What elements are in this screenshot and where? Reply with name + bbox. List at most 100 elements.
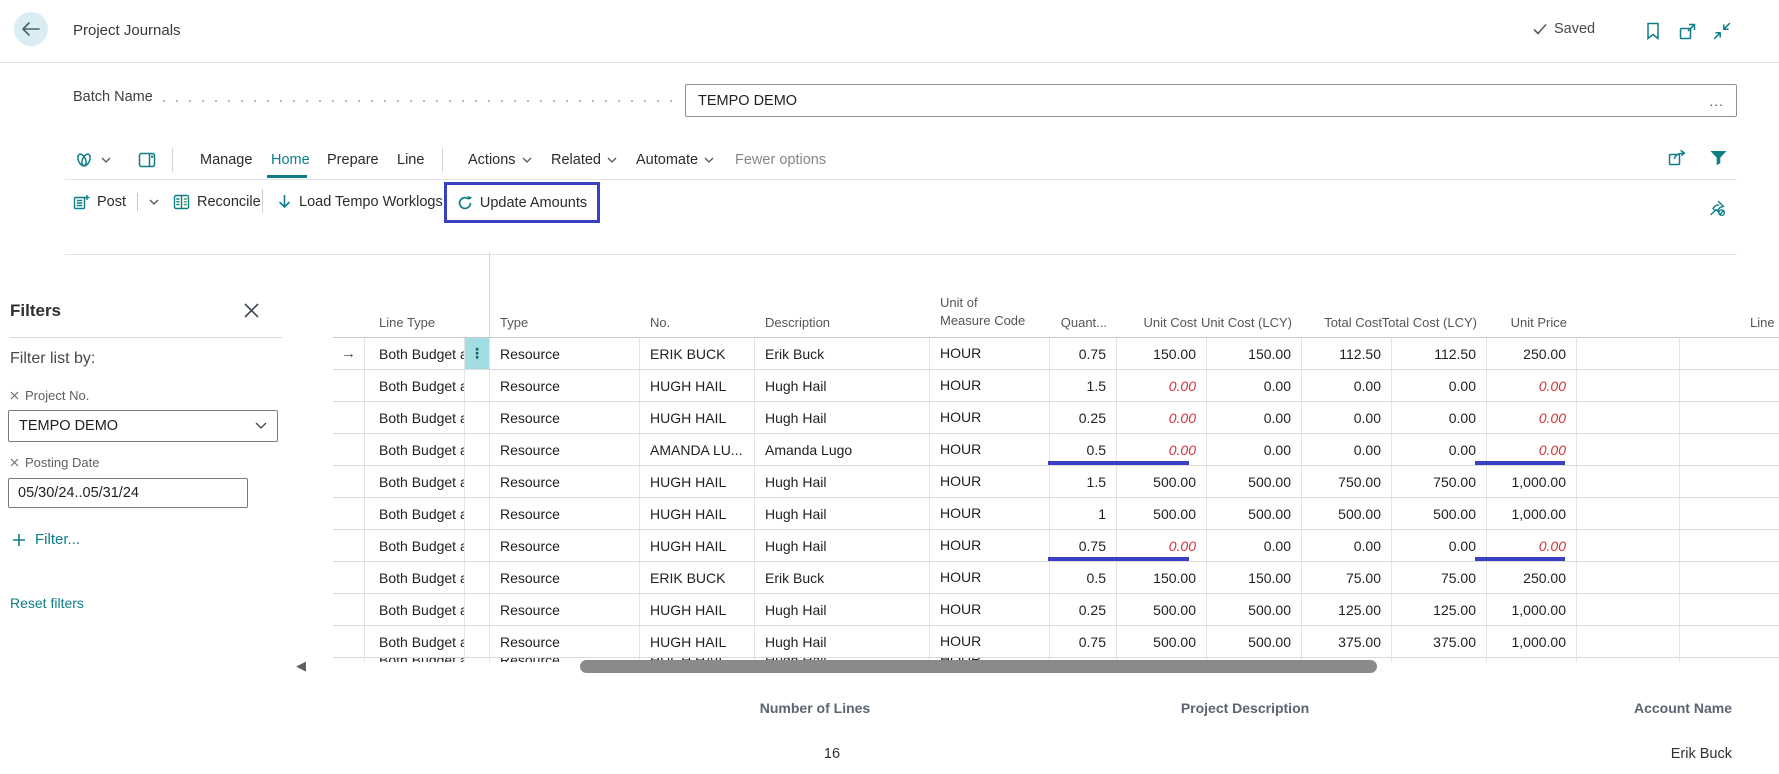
row-menu-ellipsis-icon[interactable]: ⋮ [465, 338, 490, 369]
cell-total_cost[interactable]: 375.00 [1302, 626, 1392, 657]
cell-spacer[interactable] [1577, 658, 1680, 662]
cell-type[interactable]: Resource [490, 594, 640, 625]
cell-unit_cost[interactable]: 500.00 [1117, 626, 1207, 657]
column-header-uom_code[interactable]: Unit of Measure Code [930, 294, 1050, 337]
cell-unit_price[interactable]: 1,000.00 [1487, 466, 1577, 497]
cell-no[interactable]: ERIK BUCK [640, 562, 755, 593]
cell-description[interactable]: Hugh Hail [755, 402, 930, 433]
cell-unit_price[interactable]: 0.00 [1487, 370, 1577, 401]
close-filters-icon[interactable] [240, 299, 262, 321]
column-header-row_menu[interactable] [465, 330, 490, 337]
cell-quantity[interactable]: 1 [1050, 498, 1117, 529]
cell-line_cut[interactable] [1680, 466, 1779, 497]
cell-uom_code[interactable]: HOUR [930, 594, 1050, 625]
cell-quantity[interactable]: 0.5 [1050, 562, 1117, 593]
remove-filter-icon[interactable] [10, 391, 19, 400]
cell-quantity[interactable]: 0.25 [1050, 402, 1117, 433]
cell-unit_cost[interactable]: 0.00 [1117, 402, 1207, 433]
add-filter-button[interactable]: Filter... [12, 531, 80, 548]
cell-line_type[interactable]: Both Budget a... [365, 338, 465, 369]
table-row[interactable]: Both Budget a...ResourceHUGH HAILHugh Ha… [333, 402, 1779, 434]
menu-actions[interactable]: Actions [468, 149, 532, 171]
cell-unit_cost[interactable]: 150.00 [1117, 338, 1207, 369]
cell-no[interactable]: HUGH HAIL [640, 626, 755, 657]
row-selector-arrow-icon[interactable] [333, 594, 365, 625]
cell-spacer[interactable] [1577, 370, 1680, 401]
row-selector-arrow-icon[interactable] [333, 434, 365, 465]
cell-unit_price[interactable]: 1,000.00 [1487, 626, 1577, 657]
cell-total_cost_lcy[interactable]: 0.00 [1392, 434, 1487, 465]
cell-total_cost_lcy[interactable]: 75.00 [1392, 562, 1487, 593]
cell-spacer[interactable] [1577, 466, 1680, 497]
column-header-description[interactable]: Description [755, 315, 930, 337]
cell-unit_cost_lcy[interactable]: 150.00 [1207, 562, 1302, 593]
open-in-window-icon[interactable] [1676, 19, 1700, 43]
cell-unit_cost[interactable]: 500.00 [1117, 498, 1207, 529]
cell-description[interactable]: Hugh Hail [755, 498, 930, 529]
filter-field-project-no[interactable]: Project No. [10, 388, 89, 403]
cell-unit_price[interactable]: 1,000.00 [1487, 594, 1577, 625]
cell-unit_cost_lcy[interactable]: 0.00 [1207, 370, 1302, 401]
cell-type[interactable]: Resource [490, 402, 640, 433]
cell-total_cost[interactable]: 125.00 [1302, 594, 1392, 625]
row-selector-arrow-icon[interactable] [333, 402, 365, 433]
cell-unit_cost[interactable]: 0.00 [1117, 370, 1207, 401]
cell-description[interactable]: Erik Buck [755, 338, 930, 369]
batch-name-input[interactable]: TEMPO DEMO ... [685, 84, 1737, 117]
cell-no[interactable]: HUGH HAIL [640, 370, 755, 401]
cell-line_cut[interactable] [1680, 658, 1779, 662]
row-menu-ellipsis-icon[interactable] [465, 434, 490, 465]
cell-unit_price[interactable]: 250.00 [1487, 338, 1577, 369]
cell-description[interactable]: Erik Buck [755, 562, 930, 593]
cell-line_cut[interactable] [1680, 338, 1779, 369]
remove-filter-icon[interactable] [10, 458, 19, 467]
cell-line_cut[interactable] [1680, 594, 1779, 625]
cell-total_cost[interactable]: 112.50 [1302, 338, 1392, 369]
cell-spacer[interactable] [1577, 338, 1680, 369]
row-menu-ellipsis-icon[interactable] [465, 498, 490, 529]
cell-total_cost_lcy[interactable]: 375.00 [1392, 626, 1487, 657]
cell-line_cut[interactable] [1680, 530, 1779, 561]
filter-field-posting-date[interactable]: Posting Date [10, 455, 99, 470]
bookmark-icon[interactable] [1641, 19, 1665, 43]
cell-line_cut[interactable] [1680, 626, 1779, 657]
table-row[interactable]: Both Budget a...ResourceHUGH HAILHugh Ha… [333, 530, 1779, 562]
cell-quantity[interactable]: 0.25 [1050, 594, 1117, 625]
cell-no[interactable]: HUGH HAIL [640, 594, 755, 625]
cell-unit_price[interactable] [1487, 658, 1577, 662]
cell-total_cost_lcy[interactable] [1392, 658, 1487, 662]
cell-line_type[interactable]: Both Budget a... [365, 434, 465, 465]
cell-uom_code[interactable]: HOUR [930, 498, 1050, 529]
cell-unit_cost[interactable]: 500.00 [1117, 466, 1207, 497]
table-row[interactable]: Both Budget a...ResourceERIK BUCKErik Bu… [333, 562, 1779, 594]
cell-description[interactable]: Hugh Hail [755, 530, 930, 561]
row-selector-arrow-icon[interactable] [333, 562, 365, 593]
cell-quantity[interactable]: 0.75 [1050, 626, 1117, 657]
cell-total_cost[interactable]: 0.00 [1302, 434, 1392, 465]
cell-unit_cost_lcy[interactable]: 0.00 [1207, 530, 1302, 561]
cell-unit_cost_lcy[interactable]: 500.00 [1207, 626, 1302, 657]
cell-uom_code[interactable]: HOUR [930, 338, 1050, 369]
cell-no[interactable]: HUGH HAIL [640, 530, 755, 561]
scroll-left-button[interactable]: ◀ [296, 658, 306, 674]
cell-uom_code[interactable]: HOUR [930, 434, 1050, 465]
cell-line_cut[interactable] [1680, 498, 1779, 529]
column-header-no[interactable]: No. [640, 315, 755, 337]
cell-unit_price[interactable]: 0.00 [1487, 402, 1577, 433]
row-menu-ellipsis-icon[interactable] [465, 530, 490, 561]
cell-no[interactable]: HUGH HAIL [640, 402, 755, 433]
menu-automate[interactable]: Automate [636, 149, 714, 171]
cell-spacer[interactable] [1577, 498, 1680, 529]
row-menu-ellipsis-icon[interactable] [465, 466, 490, 497]
reconcile-button[interactable]: Reconcile [173, 190, 261, 214]
row-menu-ellipsis-icon[interactable] [465, 626, 490, 657]
cell-line_cut[interactable] [1680, 402, 1779, 433]
table-row[interactable]: Both Budget a...ResourceAMANDA LU...Aman… [333, 434, 1779, 466]
cell-line_cut[interactable] [1680, 434, 1779, 465]
cell-line_type[interactable]: Both Budget a... [365, 658, 465, 662]
cell-line_type[interactable]: Both Budget a... [365, 626, 465, 657]
cell-uom_code[interactable]: HOUR [930, 562, 1050, 593]
tab-home[interactable]: Home [271, 149, 310, 171]
cell-line_cut[interactable] [1680, 562, 1779, 593]
row-selector-arrow-icon[interactable] [333, 658, 365, 662]
